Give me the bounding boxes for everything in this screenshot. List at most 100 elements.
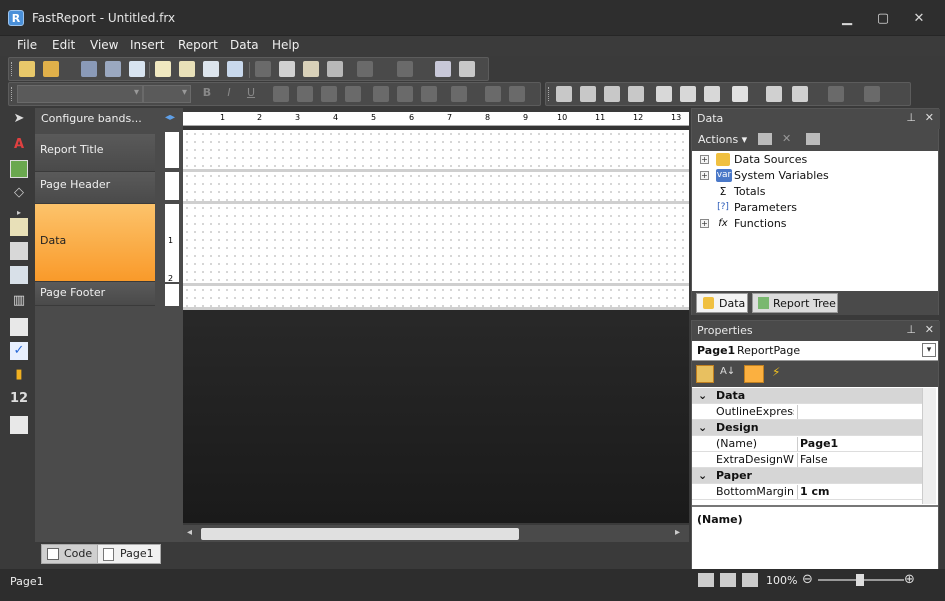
font-name-combo[interactable] [17,85,143,103]
save-all-icon[interactable] [105,61,121,77]
align-left-icon[interactable] [273,86,289,102]
data-area[interactable] [183,204,689,286]
menu-edit[interactable]: Edit [52,38,75,52]
view-mode-icon[interactable] [698,573,714,587]
group-icon[interactable] [435,61,451,77]
events-icon[interactable]: ⚡ [772,365,780,379]
menu-data[interactable]: Data [230,38,259,52]
property-row[interactable]: ExtraDesignWidFalse [692,452,922,468]
highlight-icon[interactable] [485,86,501,102]
cellular-text-icon[interactable] [10,416,28,434]
data-wizard-icon[interactable] [227,61,243,77]
line-color-icon[interactable] [792,86,808,102]
configure-bands-link[interactable]: Configure bands... [41,112,142,125]
menu-help[interactable]: Help [272,38,299,52]
italic-icon[interactable]: I [221,86,237,102]
border-left-icon[interactable] [604,86,620,102]
fill-props-icon[interactable] [766,86,782,102]
band-page-header[interactable]: Page Header [35,172,155,204]
border-all-icon[interactable] [656,86,672,102]
category-data[interactable]: ⌄ Data [692,388,922,404]
tab-data[interactable]: Data [696,293,748,313]
expand-icon[interactable]: + [700,219,709,228]
report-title-area[interactable] [183,130,689,172]
chevron-down-icon[interactable]: ▾ [922,343,936,357]
menu-report[interactable]: Report [178,38,218,52]
border-none-icon[interactable] [680,86,696,102]
align-right-icon[interactable] [321,86,337,102]
save-icon[interactable] [81,61,97,77]
collapse-icon[interactable]: ⌄ [698,389,707,402]
edit-icon[interactable] [758,133,772,145]
picture-icon[interactable] [10,160,28,178]
chart-icon[interactable]: ▮ [10,366,28,384]
category-paper[interactable]: ⌄ Paper [692,468,922,484]
pointer-icon[interactable]: ➤ [10,110,28,128]
line-style-icon[interactable] [864,86,880,102]
horizontal-scrollbar[interactable]: ◂ ▸ [183,524,689,542]
close-icon[interactable]: ✕ [925,323,934,336]
align-center-icon[interactable] [297,86,313,102]
band-data[interactable]: Data [35,204,155,282]
scroll-left-icon[interactable]: ◂ [187,527,192,538]
menu-view[interactable]: View [90,38,118,52]
band-arrows-icon[interactable]: ◂▸ [165,112,175,123]
barcode-icon[interactable]: ▥ [10,292,28,310]
expand-icon[interactable]: + [700,155,709,164]
cut-icon[interactable] [255,61,271,77]
zoom-slider-thumb[interactable] [856,574,864,586]
text-object-icon[interactable]: A [10,136,28,154]
toolbar-grip[interactable] [11,62,14,76]
redo-icon[interactable] [397,61,413,77]
line-width-icon[interactable] [828,86,844,102]
tree-parameters[interactable]: [?] Parameters [717,201,797,214]
ungroup-icon[interactable] [459,61,475,77]
zoom-in-icon[interactable]: ⊕ [904,572,915,587]
matrix-icon[interactable] [10,266,28,284]
pin-icon[interactable]: ⊥ [906,323,916,336]
tab-code[interactable]: Code [41,544,100,564]
close-button[interactable]: ✕ [910,12,928,26]
table-icon[interactable] [10,242,28,260]
scroll-right-icon[interactable]: ▸ [675,527,680,538]
category-design[interactable]: ⌄ Design [692,420,922,436]
scroll-thumb[interactable] [201,528,519,540]
close-icon[interactable]: ✕ [925,111,934,124]
zip-code-icon[interactable]: 12 [10,390,28,408]
subreport-icon[interactable] [10,218,28,236]
delete-icon[interactable]: ✕ [782,132,791,145]
open-icon[interactable] [43,61,59,77]
justify-icon[interactable] [345,86,361,102]
text-color-icon[interactable] [451,86,467,102]
align-middle-icon[interactable] [397,86,413,102]
pin-icon[interactable]: ⊥ [906,111,916,124]
undo-icon[interactable] [357,61,373,77]
minimize-button[interactable]: ▁ [838,12,856,26]
actions-dropdown[interactable]: Actions ▾ [698,133,747,146]
format-painter-icon[interactable] [327,61,343,77]
categorized-icon[interactable] [696,365,714,383]
tree-data-sources[interactable]: + Data Sources [700,153,807,166]
copy-icon[interactable] [279,61,295,77]
toolbar-grip[interactable] [548,87,551,101]
design-canvas[interactable] [183,126,689,523]
tree-totals[interactable]: Σ Totals [720,185,766,198]
object-selector[interactable]: Page1 ReportPage ▾ [692,341,938,361]
property-row[interactable]: OutlineExpressio [692,404,922,420]
border-top-icon[interactable] [556,86,572,102]
border-right-icon[interactable] [628,86,644,102]
property-row[interactable]: (Name) Page1 [692,436,922,452]
property-row[interactable]: BottomMargin 1 cm [692,484,922,500]
page-footer-area[interactable] [183,286,689,310]
shape-icon[interactable]: ◇ [10,184,28,202]
band-report-title[interactable]: Report Title [35,134,155,172]
border-bottom-icon[interactable] [580,86,596,102]
expand-icon[interactable]: + [700,171,709,180]
shadow-icon[interactable] [704,86,720,102]
properties-scrollbar[interactable] [922,388,936,504]
collapse-icon[interactable]: ⌄ [698,469,707,482]
collapse-icon[interactable]: ⌄ [698,421,707,434]
new-report-icon[interactable] [19,61,35,77]
align-bottom-icon[interactable] [421,86,437,102]
zoom-out-icon[interactable]: ⊖ [802,572,813,587]
